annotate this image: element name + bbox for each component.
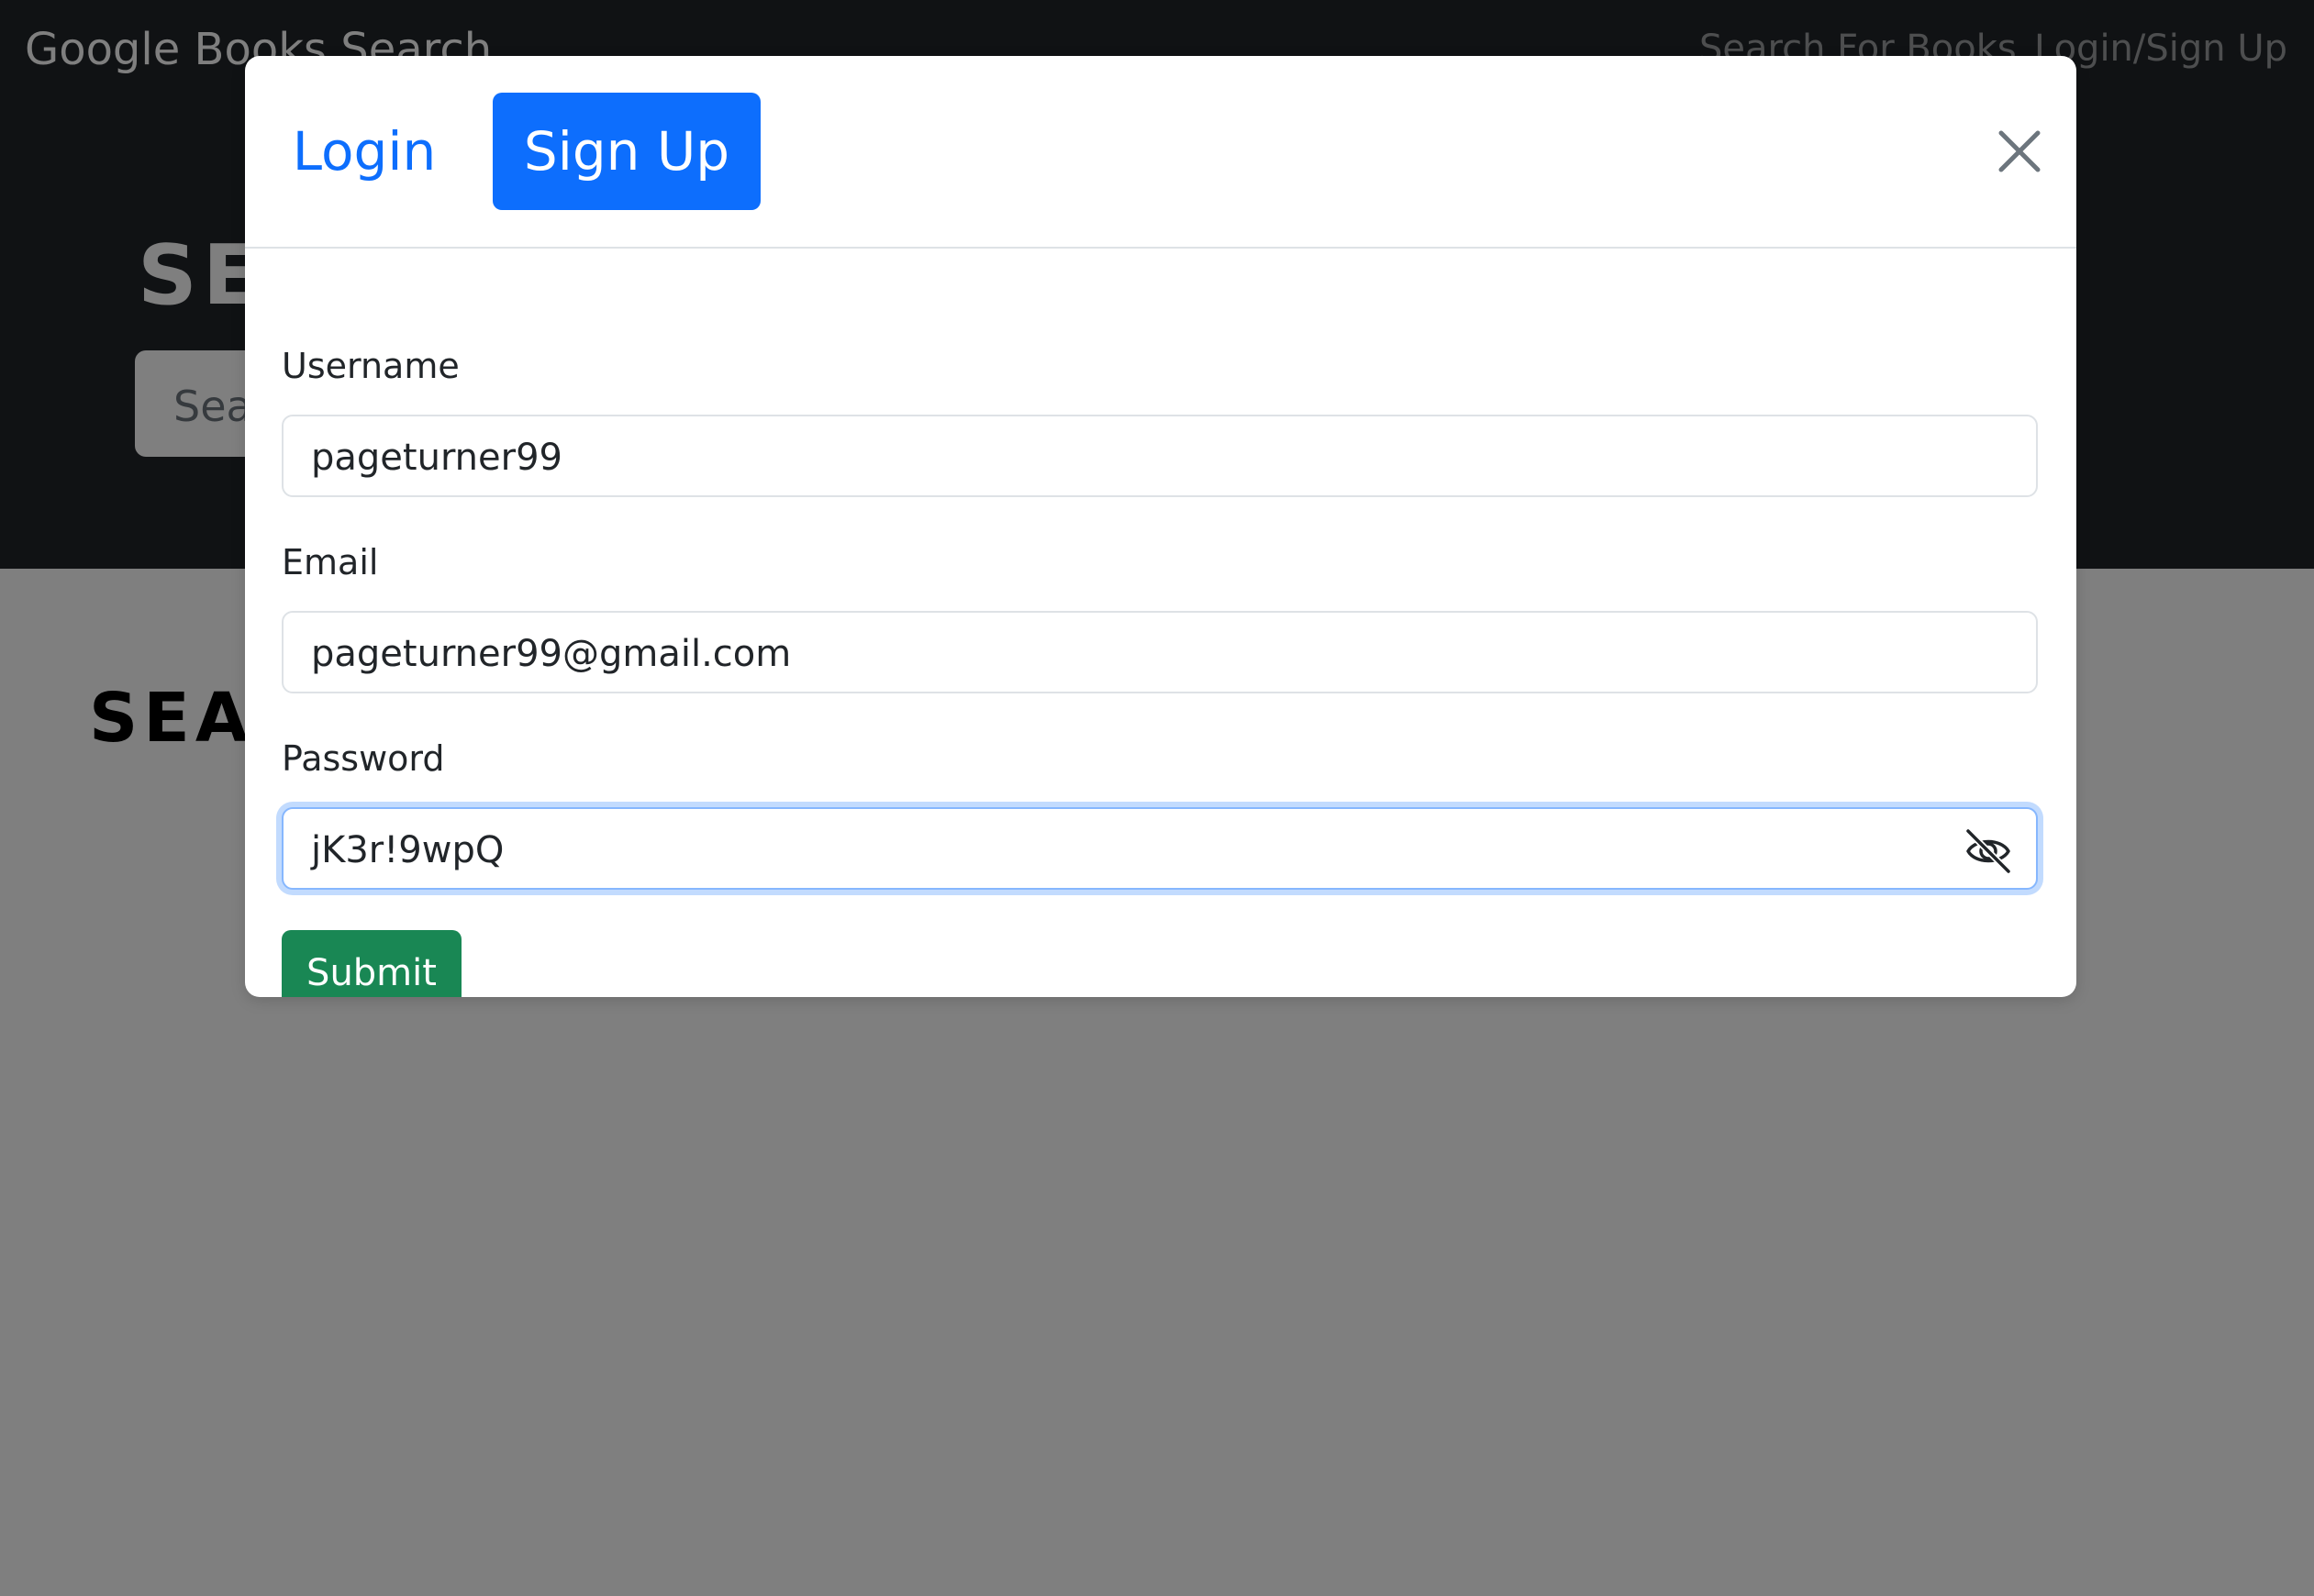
password-field[interactable]: jK3r!9wpQ — [282, 807, 2038, 890]
tab-sign-up[interactable]: Sign Up — [493, 93, 761, 210]
email-label: Email — [282, 542, 379, 582]
eye-slash-icon-svg — [1964, 827, 2012, 875]
page: Google Books Search Search For Books Log… — [0, 0, 2314, 1596]
username-value: pageturner99 — [311, 437, 562, 479]
email-value: pageturner99@gmail.com — [311, 633, 792, 675]
close-icon-svg — [1998, 130, 2041, 172]
auth-modal: Login Sign Up Username pageturner99 Emai… — [245, 56, 2076, 997]
email-field[interactable]: pageturner99@gmail.com — [282, 611, 2038, 693]
username-field[interactable]: pageturner99 — [282, 415, 2038, 497]
password-label: Password — [282, 738, 445, 779]
close-icon[interactable] — [1994, 126, 2045, 177]
submit-button[interactable]: Submit — [282, 930, 462, 997]
tab-login[interactable]: Login — [282, 93, 447, 210]
password-value: jK3r!9wpQ — [311, 829, 505, 871]
username-label: Username — [282, 346, 460, 386]
modal-header: Login Sign Up — [245, 56, 2076, 249]
eye-slash-icon[interactable] — [1963, 827, 2014, 875]
